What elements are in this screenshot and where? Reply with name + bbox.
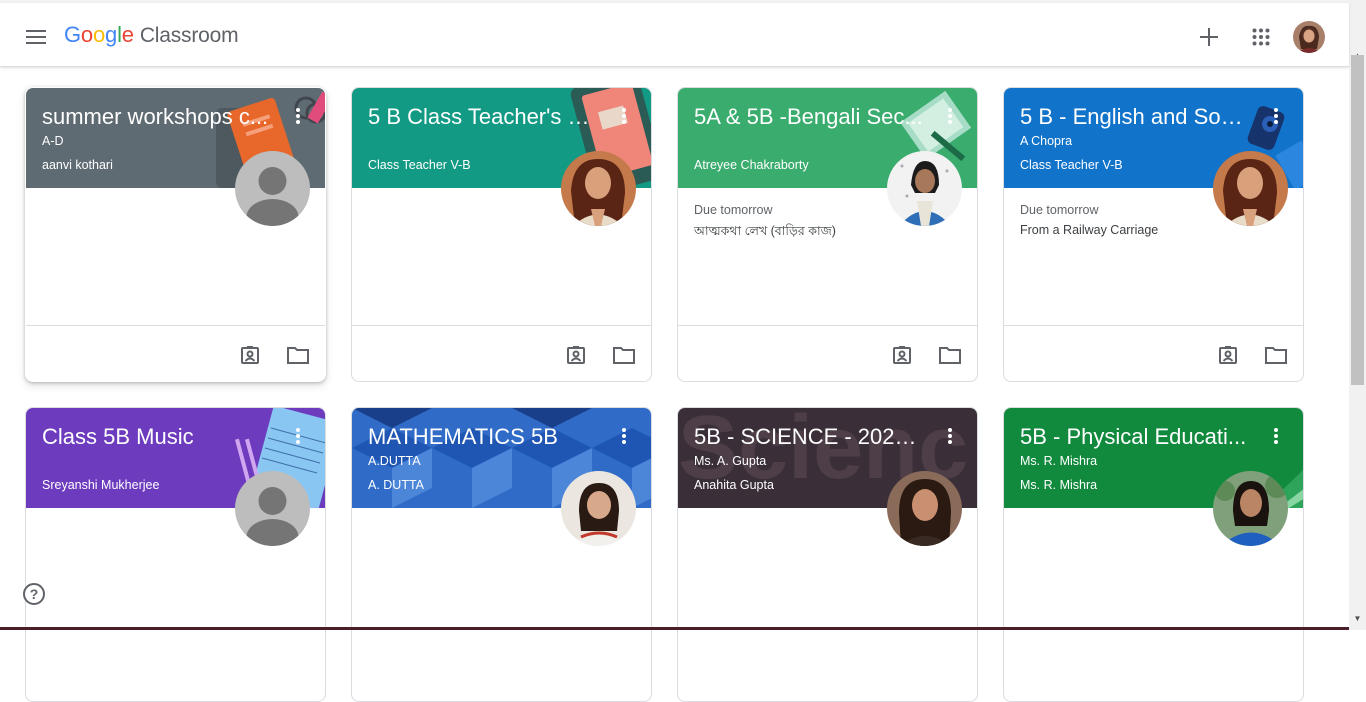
class-section: Ms. A. Gupta — [694, 454, 767, 468]
class-card[interactable]: Class 5B Music Sreyanshi Mukherjee — [25, 407, 326, 702]
class-owner: Class Teacher V-B — [1020, 158, 1123, 172]
more-options-icon[interactable] — [286, 104, 310, 128]
class-title[interactable]: 5A & 5B -Bengali Sec... — [694, 104, 924, 130]
class-card[interactable]: 5 B Class Teacher's Cl... Class Teacher … — [351, 87, 652, 382]
class-card[interactable]: summer workshops c... A-D aanvi kothari — [25, 87, 326, 382]
assignments-icon[interactable] — [888, 341, 916, 369]
class-owner: Ms. R. Mishra — [1020, 478, 1098, 492]
logo-letter: e — [121, 22, 134, 47]
class-owner: aanvi kothari — [42, 158, 113, 172]
class-card[interactable]: 5 B - English and Soci... A Chopra Class… — [1003, 87, 1304, 382]
logo-letter: g — [105, 22, 118, 47]
scrollbar-thumb[interactable] — [1351, 55, 1364, 385]
assignments-icon[interactable] — [1214, 341, 1242, 369]
owner-avatar — [561, 471, 636, 546]
class-owner: Sreyanshi Mukherjee — [42, 478, 160, 492]
owner-avatar — [887, 471, 962, 546]
logo-letter: o — [92, 22, 106, 47]
top-app-bar: Google Classroom — [0, 3, 1349, 67]
class-card[interactable]: 5B - Physical Educati... Ms. R. Mishra M… — [1003, 407, 1304, 702]
assignments-icon[interactable] — [236, 341, 264, 369]
owner-avatar — [561, 151, 636, 226]
more-options-icon[interactable] — [1264, 104, 1288, 128]
owner-avatar — [1213, 151, 1288, 226]
hamburger-menu-icon[interactable] — [20, 21, 52, 53]
class-owner: Atreyee Chakraborty — [694, 158, 809, 172]
due-label: Due tomorrow — [694, 203, 773, 217]
class-owner: A. DUTTA — [368, 478, 425, 492]
folder-icon[interactable] — [284, 341, 312, 369]
scroll-down-arrow-icon[interactable]: ▼ — [1349, 610, 1366, 627]
class-title[interactable]: Class 5B Music — [42, 424, 272, 450]
card-footer — [678, 325, 977, 381]
more-options-icon[interactable] — [612, 104, 636, 128]
due-assignment-link[interactable]: আত্মকথা লেখ (বাড়ির কাজ) — [694, 223, 836, 243]
class-title[interactable]: summer workshops c... — [42, 104, 272, 130]
due-assignment-link[interactable]: From a Railway Carriage — [1020, 223, 1158, 237]
card-footer — [26, 325, 325, 381]
folder-icon[interactable] — [936, 341, 964, 369]
owner-avatar-placeholder — [235, 471, 310, 546]
product-name: Classroom — [139, 24, 239, 47]
class-owner: Class Teacher V-B — [368, 158, 471, 172]
class-section: A.DUTTA — [368, 454, 421, 468]
class-title[interactable]: 5 B Class Teacher's Cl... — [368, 104, 598, 130]
apps-grid-icon[interactable] — [1245, 21, 1277, 53]
folder-icon[interactable] — [610, 341, 638, 369]
class-section: Ms. R. Mishra — [1020, 454, 1098, 468]
more-options-icon[interactable] — [938, 104, 962, 128]
owner-avatar — [1213, 471, 1288, 546]
help-icon[interactable]: ? — [23, 583, 45, 605]
class-title[interactable]: MATHEMATICS 5B — [368, 424, 598, 450]
more-options-icon[interactable] — [938, 424, 962, 448]
class-card[interactable]: 5A & 5B -Bengali Sec... Atreyee Chakrabo… — [677, 87, 978, 382]
class-section: A-D — [42, 134, 64, 148]
owner-avatar — [887, 151, 962, 226]
class-title[interactable]: 5B - SCIENCE - 2021-... — [694, 424, 924, 450]
owner-avatar-placeholder — [235, 151, 310, 226]
more-options-icon[interactable] — [1264, 424, 1288, 448]
card-footer — [1004, 325, 1303, 381]
more-options-icon[interactable] — [286, 424, 310, 448]
plus-icon[interactable] — [1193, 21, 1225, 53]
assignments-icon[interactable] — [562, 341, 590, 369]
class-owner: Anahita Gupta — [694, 478, 774, 492]
card-footer — [352, 325, 651, 381]
due-label: Due tomorrow — [1020, 203, 1099, 217]
class-card[interactable]: MATHEMATICS 5B A.DUTTA A. DUTTA — [351, 407, 652, 702]
more-options-icon[interactable] — [612, 424, 636, 448]
logo-letter: G — [64, 22, 81, 47]
account-avatar[interactable] — [1293, 21, 1325, 53]
logo-letter: o — [80, 22, 93, 47]
class-title[interactable]: 5 B - English and Soci... — [1020, 104, 1250, 130]
class-title[interactable]: 5B - Physical Educati... — [1020, 424, 1250, 450]
google-classroom-logo[interactable]: Google Classroom — [64, 22, 239, 48]
class-section: A Chopra — [1020, 134, 1073, 148]
class-card[interactable]: Scienc 5B - SCIENCE - 2021-... Ms. A. Gu… — [677, 407, 978, 702]
folder-icon[interactable] — [1262, 341, 1290, 369]
